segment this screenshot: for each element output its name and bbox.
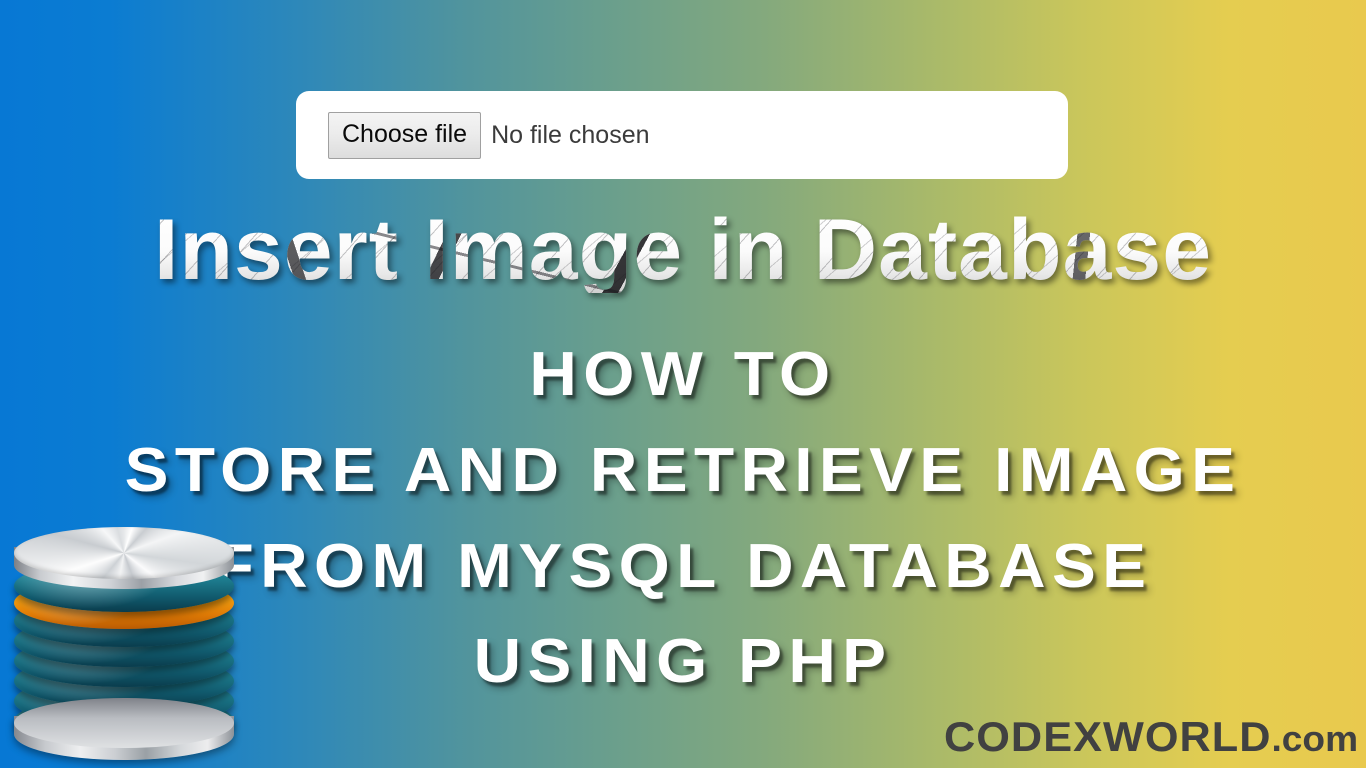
- brand-logo: CODEXWORLD.com: [944, 716, 1358, 758]
- database-bottom-face: [14, 698, 234, 748]
- file-status-label: No file chosen: [491, 120, 650, 149]
- subtitle-line-2: STORE AND RETRIEVE IMAGE: [124, 436, 1242, 505]
- database-top-face: [14, 527, 234, 579]
- banner-canvas: Choose file No file chosen Insert Image …: [0, 0, 1366, 768]
- subtitle-line-1: HOW TO: [529, 340, 837, 409]
- database-stack-icon: [14, 527, 234, 768]
- database-bottom-cap: [14, 698, 234, 768]
- brand-logo-suffix: .com: [1271, 718, 1359, 759]
- choose-file-button[interactable]: Choose file: [328, 111, 482, 159]
- file-input-control[interactable]: Choose file No file chosen: [328, 111, 650, 159]
- database-top-cap: [14, 527, 234, 601]
- brand-logo-name: CODEXWORLD: [943, 713, 1272, 760]
- file-upload-panel: Choose file No file chosen: [296, 91, 1068, 179]
- page-title: Insert Image in Database: [0, 207, 1366, 293]
